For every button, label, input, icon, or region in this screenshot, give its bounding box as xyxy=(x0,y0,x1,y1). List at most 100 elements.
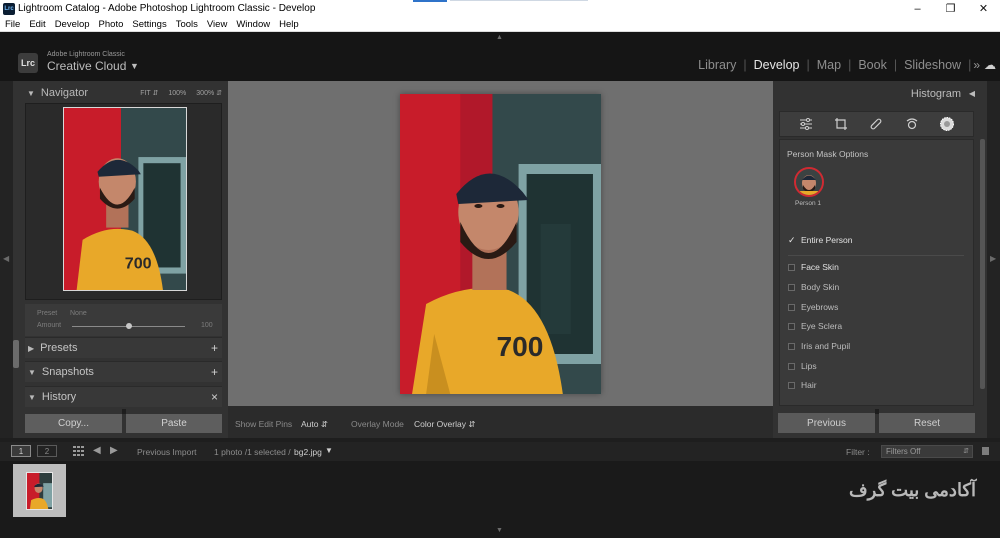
healing-icon[interactable] xyxy=(867,115,885,133)
expand-triangle-icon: ▼ xyxy=(28,367,36,377)
menu-view[interactable]: View xyxy=(207,19,227,30)
maximize-icon[interactable]: ❐ xyxy=(934,0,967,17)
title-accent-line xyxy=(450,0,588,1)
face-skin-label: Face Skin xyxy=(801,262,839,272)
filmstrip-thumbnail[interactable] xyxy=(13,464,66,517)
right-scrollbar[interactable] xyxy=(980,139,985,389)
checkbox-icon xyxy=(788,342,795,350)
histogram-header[interactable]: Histogram ◀ xyxy=(773,84,987,104)
overlay-mode-select[interactable]: Color Overlay ⇵ xyxy=(414,419,475,430)
menu-help[interactable]: Help xyxy=(279,19,299,30)
menu-develop[interactable]: Develop xyxy=(55,19,90,30)
navigator-photo: 700 xyxy=(63,107,187,291)
filter-label: Filter : xyxy=(846,447,870,457)
secondary-screen-button[interactable]: 2 xyxy=(37,445,57,457)
red-eye-icon[interactable] xyxy=(903,115,921,133)
menu-file[interactable]: File xyxy=(5,19,20,30)
reset-button[interactable]: Reset xyxy=(879,413,975,433)
primary-screen-button[interactable]: 1 xyxy=(11,445,31,457)
filter-lock-icon[interactable] xyxy=(982,447,989,455)
filter-select[interactable]: Filters Off ⇵ xyxy=(881,445,973,458)
clear-history-icon[interactable]: × xyxy=(211,390,218,404)
copy-button[interactable]: Copy... xyxy=(25,414,122,433)
person-1-label: Person 1 xyxy=(795,200,822,207)
expand-triangle-icon: ▼ xyxy=(28,392,36,402)
brand-large[interactable]: Creative Cloud xyxy=(47,59,126,73)
title-bar: Lrc Lightroom Catalog - Adobe Photoshop … xyxy=(0,0,1000,17)
module-library[interactable]: Library xyxy=(691,58,743,72)
back-arrow-icon[interactable]: ◀ xyxy=(93,445,101,456)
edit-pins-value: Auto xyxy=(301,419,319,429)
checkbox-icon xyxy=(788,263,795,271)
collapse-left-icon[interactable]: ◀ xyxy=(3,254,9,263)
filename-dropdown-icon[interactable]: ▼ xyxy=(325,446,333,455)
preset-label: Preset xyxy=(37,310,58,317)
left-scrollbar[interactable] xyxy=(13,340,19,368)
watermark-text: آکادمی بیت گرف xyxy=(849,480,976,500)
collapse-bottom-icon[interactable]: ▼ xyxy=(496,527,503,534)
main-photo[interactable]: 700 xyxy=(400,94,601,394)
amount-slider-thumb[interactable] xyxy=(126,323,132,329)
amount-label: Amount xyxy=(37,322,62,329)
expand-triangle-icon: ▼ xyxy=(27,88,35,98)
module-map[interactable]: Map xyxy=(810,58,848,72)
zoom-300[interactable]: 300% ⇵ xyxy=(196,89,222,97)
add-snapshot-icon[interactable]: + xyxy=(211,365,218,379)
module-develop[interactable]: Develop xyxy=(747,58,807,72)
lips-checkbox[interactable]: Lips xyxy=(788,359,817,373)
grid-view-icon[interactable] xyxy=(73,446,84,458)
filmstrip-filename[interactable]: bg2.jpg xyxy=(294,447,322,457)
masking-icon[interactable] xyxy=(938,115,956,133)
eye-sclera-label: Eye Sclera xyxy=(801,321,843,331)
presets-section[interactable]: ▶ Presets + xyxy=(25,337,222,358)
zoom-100[interactable]: 100% xyxy=(168,90,186,97)
filter-value: Filters Off xyxy=(886,447,921,456)
module-book[interactable]: Book xyxy=(851,58,894,72)
checkbox-icon xyxy=(788,303,795,311)
module-picker: Library | Develop | Map | Book | Slidesh… xyxy=(691,57,1000,73)
filmstrip-source[interactable]: Previous Import xyxy=(137,447,197,457)
collapse-top-icon[interactable]: ▲ xyxy=(496,34,503,41)
menu-photo[interactable]: Photo xyxy=(99,19,124,30)
close-icon[interactable]: ✕ xyxy=(967,0,1000,17)
eye-sclera-checkbox[interactable]: Eye Sclera xyxy=(788,319,842,333)
add-preset-icon[interactable]: + xyxy=(211,341,218,355)
body-skin-label: Body Skin xyxy=(801,282,840,292)
svg-text:700: 700 xyxy=(496,331,543,362)
hair-label: Hair xyxy=(801,380,817,390)
menu-tools[interactable]: Tools xyxy=(176,19,198,30)
edit-pins-select[interactable]: Auto ⇵ xyxy=(301,419,328,430)
navigator-preview[interactable]: 700 xyxy=(25,103,222,300)
preset-value[interactable]: None xyxy=(70,310,87,317)
tool-strip xyxy=(779,111,974,137)
module-slideshow[interactable]: Slideshow xyxy=(897,58,968,72)
person-mask-options: Person Mask Options Person 1 ✓ Entire Pe… xyxy=(779,139,974,406)
face-skin-checkbox[interactable]: Face Skin xyxy=(788,260,839,274)
history-title: History xyxy=(41,391,77,403)
entire-person-checkbox[interactable]: ✓ Entire Person xyxy=(788,233,853,247)
forward-arrow-icon[interactable]: ▶ xyxy=(110,445,118,456)
person-1-avatar[interactable] xyxy=(794,167,824,197)
body-skin-checkbox[interactable]: Body Skin xyxy=(788,280,839,294)
previous-button[interactable]: Previous xyxy=(778,413,875,433)
zoom-fit[interactable]: FIT ⇵ xyxy=(140,89,158,97)
menu-edit[interactable]: Edit xyxy=(29,19,45,30)
menu-settings[interactable]: Settings xyxy=(132,19,166,30)
iris-pupil-checkbox[interactable]: Iris and Pupil xyxy=(788,339,850,353)
menu-bar: File Edit Develop Photo Settings Tools V… xyxy=(0,17,1000,32)
hair-checkbox[interactable]: Hair xyxy=(788,378,817,392)
paste-button[interactable]: Paste xyxy=(126,414,222,433)
history-section[interactable]: ▼ History × xyxy=(25,386,222,407)
sliders-icon[interactable] xyxy=(797,115,815,133)
collapse-right-icon[interactable]: ▶ xyxy=(990,254,996,263)
snapshots-section[interactable]: ▼ Snapshots + xyxy=(25,361,222,382)
crop-icon[interactable] xyxy=(832,115,850,133)
navigator-header[interactable]: ▼ Navigator FIT ⇵ 100% 300% ⇵ xyxy=(13,83,228,103)
more-modules-icon[interactable]: » xyxy=(971,58,984,72)
minimize-icon[interactable]: – xyxy=(901,0,934,17)
menu-window[interactable]: Window xyxy=(236,19,270,30)
cloud-sync-icon[interactable]: ☁ xyxy=(984,58,1000,72)
brand-dropdown-icon[interactable]: ▼ xyxy=(130,61,139,71)
eyebrows-checkbox[interactable]: Eyebrows xyxy=(788,300,838,314)
overlay-mode-label: Overlay Mode xyxy=(351,419,404,429)
